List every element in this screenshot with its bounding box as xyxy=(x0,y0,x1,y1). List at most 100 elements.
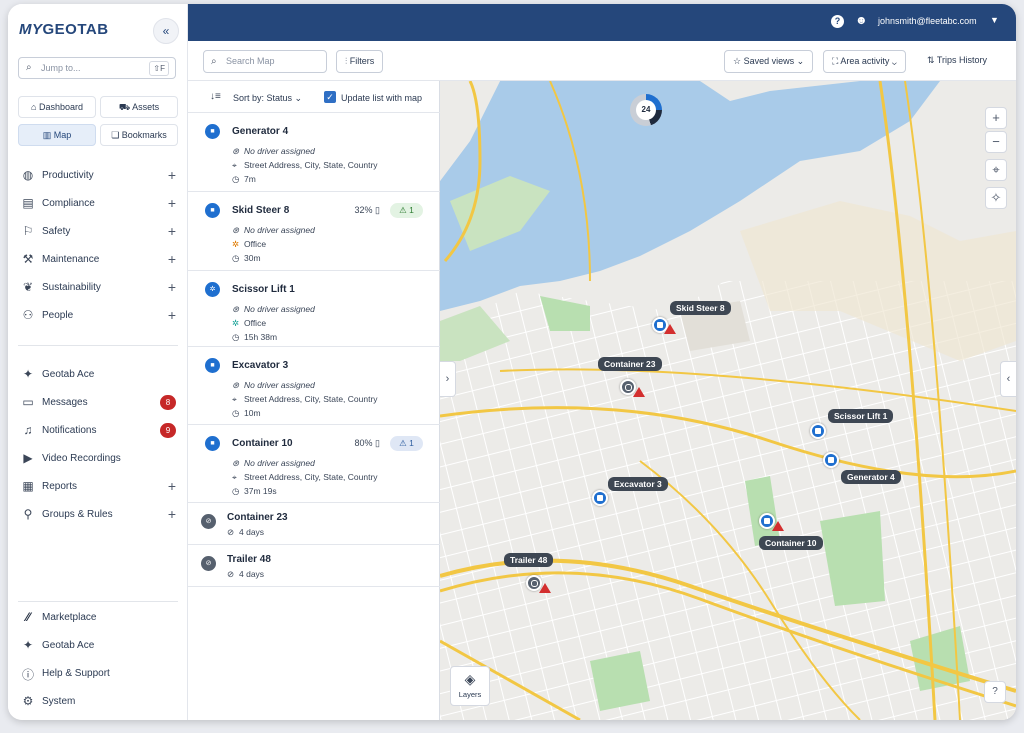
sort-icon[interactable]: ↓≡ xyxy=(210,91,221,102)
user-email[interactable]: johnsmith@fleetabc.com xyxy=(878,16,977,26)
dashboard-label: Dashboard xyxy=(38,102,83,112)
map-marker-generator-4[interactable] xyxy=(823,452,839,468)
expand-list-handle[interactable]: › xyxy=(440,361,456,397)
sidebar-item-groups-rules[interactable]: ⚲ Groups & Rules + xyxy=(8,501,188,529)
driver-line: ⊛ No driver assigned xyxy=(232,304,315,315)
collapse-sidebar-button[interactable]: « xyxy=(153,18,179,44)
help-icon[interactable]: ? xyxy=(831,15,844,28)
list-item[interactable]: ■ Excavator 3 ⊛ No driver assigned ⌖ Stree… xyxy=(188,347,440,425)
map-marker-scissor-lift-1[interactable] xyxy=(810,423,826,439)
user-icon[interactable]: ☻ xyxy=(855,13,868,27)
list-item[interactable]: ⊘ Trailer 48 ⊘ 4 days xyxy=(188,545,440,587)
zoom-out-button[interactable]: − xyxy=(985,131,1007,153)
trips-history-button[interactable]: ⇅ Trips History xyxy=(919,50,995,73)
asset-name: Container 23 xyxy=(227,512,288,523)
wrench-icon: ⚒ xyxy=(22,252,34,266)
sidebar-item-label: Geotab Ace xyxy=(42,369,95,380)
asset-name: Skid Steer 8 xyxy=(232,205,290,216)
sidebar-item-safety[interactable]: ⚐ Safety + xyxy=(8,218,188,246)
expand-icon[interactable]: + xyxy=(168,307,176,323)
steering-wheel-icon: ⊛ xyxy=(232,380,240,390)
sidebar-item-notifications[interactable]: ♫ Notifications 9 xyxy=(8,417,188,445)
cluster-marker[interactable]: 24 xyxy=(630,94,662,126)
sidebar-item-geotab-ace-bottom[interactable]: ✦ Geotab Ace xyxy=(8,632,188,660)
sidebar-item-geotab-ace[interactable]: ✦ Geotab Ace xyxy=(8,361,188,389)
sidebar-item-compliance[interactable]: ▤ Compliance + xyxy=(8,190,188,218)
layers-button[interactable]: ◈ Layers xyxy=(450,666,490,706)
list-item[interactable]: ■ Generator 4 ⊛ No driver assigned ⌖ Stree… xyxy=(188,113,440,192)
sort-dropdown[interactable]: Sort by: Status ⌄ xyxy=(233,93,302,104)
saved-views-label: Saved views xyxy=(743,56,795,66)
assets-button[interactable]: ⛟ Assets xyxy=(100,96,178,118)
sidebar-item-system[interactable]: ⚙ System xyxy=(8,688,188,716)
warning-badge[interactable]: ⚠ 1 xyxy=(390,436,423,451)
map-button[interactable]: ▥ Map xyxy=(18,124,96,146)
search-map-input[interactable]: ⌕ Search Map xyxy=(203,50,327,73)
sidebar-item-messages[interactable]: ▭ Messages 8 xyxy=(8,389,188,417)
sidebar-item-marketplace[interactable]: ⁄⁄ Marketplace xyxy=(8,604,188,632)
time-line: ◷ 7m xyxy=(232,174,256,185)
sidebar-item-label: Geotab Ace xyxy=(42,640,95,651)
list-item[interactable]: ■ Container 10 80% ▯ ⚠ 1 ⊛ No driver assi… xyxy=(188,425,440,503)
sidebar-item-reports[interactable]: ▦ Reports + xyxy=(8,473,188,501)
dashboard-button[interactable]: ⌂ Dashboard xyxy=(18,96,96,118)
map-label: Map xyxy=(53,130,72,140)
no-signal-icon: ⊘ xyxy=(227,569,235,579)
jump-to-input[interactable]: ⌕ Jump to... ⇧F xyxy=(18,57,176,79)
steering-wheel-icon: ⊛ xyxy=(232,146,240,156)
location-pin-icon: ⌖ xyxy=(232,160,237,170)
sidebar-item-label: System xyxy=(42,696,76,707)
list-item[interactable]: ✲ Scissor Lift 1 ⊛ No driver assigned ✲ Of… xyxy=(188,271,440,347)
sidebar-item-productivity[interactable]: ◍ Productivity + xyxy=(8,162,188,190)
trips-history-label: Trips History xyxy=(936,55,988,65)
map-help-button[interactable]: ? xyxy=(984,681,1006,703)
safety-icon: ⚐ xyxy=(22,224,34,238)
divider xyxy=(18,601,178,602)
location-text: Street Address, City, State, Country xyxy=(244,394,378,404)
search-icon: ⌕ xyxy=(211,56,217,67)
clock-icon: ◷ xyxy=(232,253,240,263)
list-item[interactable]: ■ Skid Steer 8 32% ▯ ⚠ 1 ⊛ No driver assi… xyxy=(188,192,440,271)
update-list-label[interactable]: Update list with map xyxy=(341,93,422,103)
expand-icon[interactable]: + xyxy=(168,195,176,211)
saved-views-button[interactable]: ☆ Saved views ⌄ xyxy=(724,50,814,73)
steering-wheel-icon: ⊛ xyxy=(232,304,240,314)
sidebar-item-maintenance[interactable]: ⚒ Maintenance + xyxy=(8,246,188,274)
sidebar-item-help-support[interactable]: ⓘ Help & Support xyxy=(8,660,188,688)
expand-panel-handle[interactable]: ‹ xyxy=(1000,361,1016,397)
bookmarks-button[interactable]: ❏ Bookmarks xyxy=(100,124,178,146)
battery-level: 32% xyxy=(354,205,373,215)
marketplace-icon: ⁄⁄ xyxy=(25,610,30,624)
asset-icon: ■ xyxy=(205,203,220,218)
location-text: Office xyxy=(244,239,267,249)
expand-icon[interactable]: + xyxy=(168,478,176,494)
recenter-icon[interactable]: ✧ xyxy=(985,187,1007,209)
locate-icon[interactable]: ⌖ xyxy=(985,159,1007,181)
map-marker-excavator-3[interactable] xyxy=(592,490,608,506)
sparkle-icon: ✦ xyxy=(22,638,34,652)
asset-icon: ■ xyxy=(205,358,220,373)
logo[interactable]: MYGEOTAB xyxy=(19,21,109,38)
expand-icon[interactable]: + xyxy=(168,251,176,267)
expand-icon[interactable]: + xyxy=(168,167,176,183)
expand-icon[interactable]: + xyxy=(168,279,176,295)
zoom-in-button[interactable]: + xyxy=(985,107,1007,129)
area-activity-button[interactable]: ⛶ Area activity ⌄ xyxy=(823,50,906,73)
driver-line: ⊛ No driver assigned xyxy=(232,458,315,469)
gear-icon: ⚙ xyxy=(22,694,34,708)
update-list-checkbox[interactable]: ✓ xyxy=(324,91,336,103)
sidebar-item-video-recordings[interactable]: ▶ Video Recordings xyxy=(8,445,188,473)
bell-icon: ♫ xyxy=(23,423,33,437)
expand-icon[interactable]: + xyxy=(168,223,176,239)
warning-badge[interactable]: ⚠ 1 xyxy=(390,203,423,218)
map-canvas[interactable]: 24 + − ⌖ ✧ › ‹ Skid Steer 8 Container 23… xyxy=(440,81,1016,720)
time-text: 4 days xyxy=(239,569,265,579)
filters-button[interactable]: ⫶ Filters xyxy=(336,50,384,73)
driver-line: ⊛ No driver assigned xyxy=(232,380,315,391)
sidebar-item-sustainability[interactable]: ❦ Sustainability + xyxy=(8,274,188,302)
report-icon: ▦ xyxy=(22,479,34,493)
chevron-down-icon[interactable]: ▼ xyxy=(990,15,999,25)
expand-icon[interactable]: + xyxy=(168,506,176,522)
list-item[interactable]: ⊘ Container 23 ⊘ 4 days xyxy=(188,503,440,545)
sidebar-item-people[interactable]: ⚇ People + xyxy=(8,302,188,330)
